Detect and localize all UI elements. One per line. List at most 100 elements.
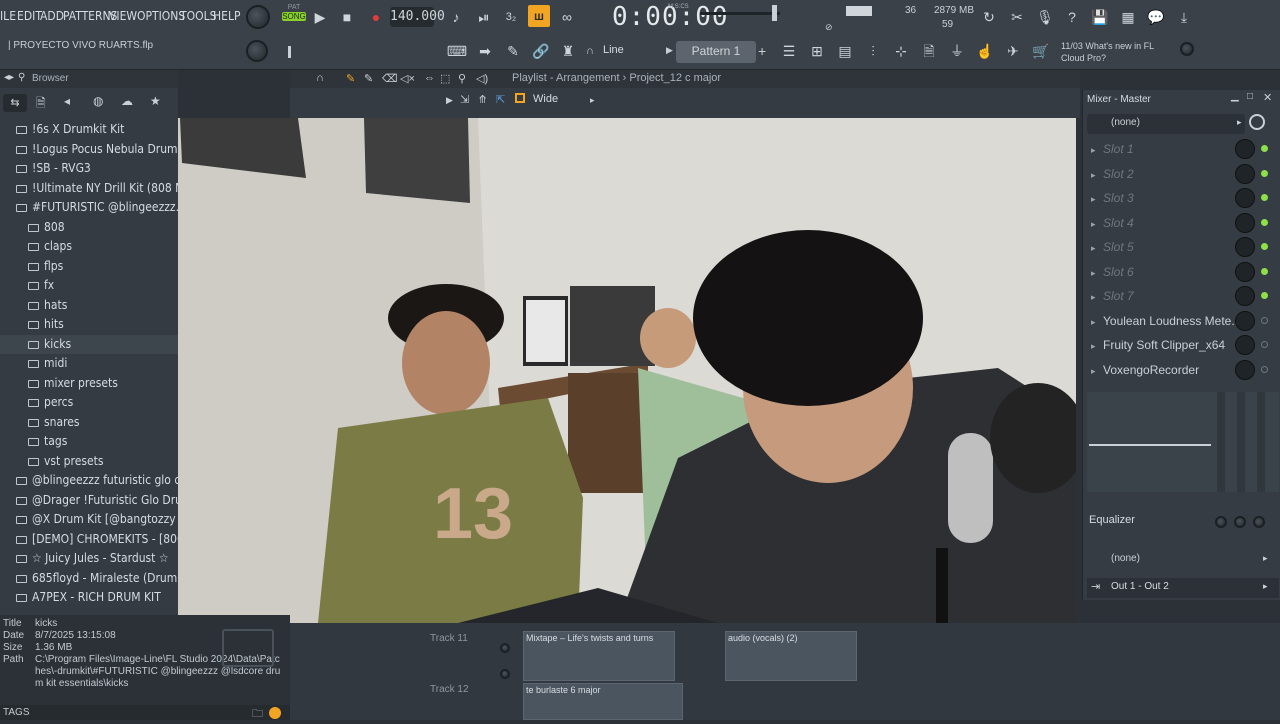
slot-enable-led[interactable] — [1261, 365, 1268, 373]
menu-options[interactable]: OPTIONS — [137, 9, 185, 23]
save-icon[interactable]: 💾 — [1089, 6, 1111, 28]
pat-song-toggle[interactable]: PAT SONG — [282, 4, 306, 30]
browser-folder-item[interactable]: snares — [0, 413, 178, 433]
mixer-empty-slot[interactable]: ▸ Slot 1 — [1091, 138, 1268, 161]
eq-mid-knob[interactable] — [1234, 516, 1246, 528]
playlist-select-icon[interactable]: ⬚ — [440, 72, 450, 85]
mixer-input-select[interactable]: (none) ▸ — [1087, 114, 1245, 134]
browser-folder-item[interactable]: @Drager !Futuristic Glo Drum — [0, 491, 178, 511]
browser-folder-item[interactable]: ☆ Juicy Jules - Stardust ☆ — [0, 549, 178, 569]
slot-expand-icon[interactable]: ▸ — [1091, 311, 1103, 333]
slot-enable-led[interactable] — [1261, 169, 1268, 177]
mixer-effect-slot[interactable]: ▸ Fruity Soft Clipper_x64 — [1091, 334, 1268, 356]
browser-cloud-icon[interactable]: ☁ — [121, 94, 133, 108]
playlist-tool-b-icon[interactable]: ⤊ — [478, 93, 487, 106]
browser-folder-item[interactable]: !Logus Pocus Nebula Drum Kit — [0, 140, 178, 160]
browser-folder-item[interactable]: !6s X Drumkit Kit — [0, 120, 178, 140]
plugin-database-icon[interactable]: ▦ — [1117, 6, 1139, 28]
slot-expand-icon[interactable]: ▸ — [1091, 262, 1103, 284]
slot-expand-icon[interactable]: ▸ — [1091, 237, 1103, 259]
mixer-output-select[interactable]: ⇥ Out 1 - Out 2 ▸ — [1087, 578, 1279, 598]
browser-globe-icon[interactable]: ◍ — [93, 94, 103, 108]
playlist-tool-a-icon[interactable]: ⇲ — [460, 93, 469, 106]
browser-folder-item[interactable]: flps — [0, 257, 178, 277]
menu-edit[interactable]: EDIT — [17, 9, 42, 23]
browser-plugin-icon[interactable]: ◂ — [64, 94, 70, 108]
menu-view[interactable]: VIEW — [109, 9, 137, 23]
eq-low-knob[interactable] — [1215, 516, 1227, 528]
playlist-paint-icon[interactable]: ✎ — [364, 72, 373, 85]
audio-clip[interactable]: te burlaste 6 major — [523, 683, 683, 720]
menu-file[interactable]: ILE — [0, 9, 16, 23]
slot-enable-led[interactable] — [1261, 267, 1268, 275]
slot-mix-knob[interactable] — [1235, 310, 1255, 331]
browser-folder-item[interactable]: percs — [0, 393, 178, 413]
audio-clip[interactable]: Mixtape – Life's twists and turns — [523, 631, 675, 681]
slot-mix-knob[interactable] — [1235, 286, 1255, 306]
playlist-tool-c-icon[interactable]: ⇱ — [496, 93, 505, 106]
slot-expand-icon[interactable]: ▸ — [1091, 164, 1103, 186]
slot-enable-led[interactable] — [1261, 145, 1268, 152]
menu-help[interactable]: HELP — [213, 9, 240, 23]
eq-high-knob[interactable] — [1253, 516, 1265, 528]
wait-input-icon[interactable]: ⏯ — [473, 6, 495, 28]
plug-icon[interactable]: ⏚ — [946, 40, 968, 62]
browser-folder-item[interactable]: !SB - RVG3 — [0, 159, 178, 179]
browser-folder-item[interactable]: midi — [0, 354, 178, 374]
maximize-icon[interactable]: □ — [1247, 91, 1253, 102]
touch-icon[interactable]: ☝ — [974, 40, 996, 62]
help-icon[interactable]: ? — [1061, 6, 1083, 28]
tempo-display[interactable]: 140.000 — [390, 7, 445, 27]
master-volume-knob[interactable] — [246, 5, 270, 29]
playlist-mute-icon[interactable]: ◁× — [400, 72, 415, 85]
slot-expand-icon[interactable]: ▸ — [1091, 188, 1103, 210]
browser-current-project-icon[interactable]: 🗎 — [36, 94, 46, 115]
browser-folder-item[interactable]: vst presets — [0, 452, 178, 472]
browser-favorite-icon[interactable]: ★ — [150, 94, 161, 108]
slot-enable-led[interactable] — [1261, 218, 1268, 226]
step-edit-icon[interactable]: ш — [528, 5, 550, 27]
slot-mix-knob[interactable] — [1235, 163, 1255, 184]
metronome-icon[interactable]: ♪ — [445, 6, 467, 28]
playlist-delete-icon[interactable]: ⌫ — [382, 72, 398, 85]
playlist-icon[interactable]: ☰ — [778, 40, 800, 62]
track-11-label[interactable]: Track 11 — [430, 633, 468, 644]
playlist-playback-icon[interactable]: ◁) — [476, 72, 488, 85]
slot-expand-icon[interactable]: ▸ — [1091, 139, 1103, 161]
typing-keyboard-icon[interactable]: ⌨ — [446, 40, 468, 62]
mixer-empty-slot[interactable]: ▸ Slot 5 — [1091, 236, 1268, 259]
loop-record-icon[interactable]: ∞ — [556, 6, 578, 28]
playlist-draw-icon[interactable]: ✎ — [346, 72, 355, 85]
stamp-icon[interactable]: ♜ — [557, 40, 579, 62]
track-12-mute-icon[interactable] — [500, 669, 510, 679]
slot-expand-icon[interactable]: ▸ — [1091, 213, 1103, 235]
close-icon[interactable]: ✕ — [1263, 91, 1272, 104]
browser-options-icon[interactable]: ◂▸ — [4, 72, 14, 83]
play-button[interactable]: ▶ — [309, 6, 331, 28]
slot-mix-knob[interactable] — [1235, 261, 1255, 282]
download-icon[interactable]: ⤓ — [1173, 6, 1195, 28]
stop-button[interactable]: ■ — [336, 6, 358, 28]
audio-clip[interactable]: audio (vocals) (2) — [725, 631, 857, 681]
slot-enable-led[interactable] — [1261, 194, 1268, 201]
zoom-arrow-icon[interactable]: ▸ — [590, 95, 595, 106]
arrow-right-icon[interactable]: ➡ — [474, 40, 496, 62]
slot-mix-knob[interactable] — [1235, 188, 1255, 208]
slot-expand-icon[interactable]: ▸ — [1091, 286, 1103, 308]
slot-mix-knob[interactable] — [1235, 139, 1255, 159]
browser-folder-item[interactable]: !Ultimate NY Drill Kit (808 Me — [0, 179, 178, 199]
slot-mix-knob[interactable] — [1235, 359, 1255, 380]
mixer-empty-slot[interactable]: ▸ Slot 7 — [1091, 285, 1268, 308]
mixer-empty-slot[interactable]: ▸ Slot 4 — [1091, 212, 1268, 235]
mixer-empty-slot[interactable]: ▸ Slot 6 — [1091, 261, 1268, 284]
playlist-tool-d-icon[interactable] — [515, 93, 525, 103]
volume-fader[interactable] — [1217, 392, 1225, 492]
mixer-effect-slot[interactable]: ▸ Youlean Loudness Mete... — [1091, 310, 1268, 333]
pattern-prev-icon[interactable]: ▶ — [666, 45, 673, 56]
minimize-icon[interactable]: ▁ — [1231, 91, 1239, 102]
plugin-picker-icon[interactable]: ⊹ — [890, 40, 912, 62]
menu-tools[interactable]: TOOLS — [180, 9, 216, 23]
browser-folder-item[interactable]: claps — [0, 237, 178, 257]
slot-enable-led[interactable] — [1261, 341, 1268, 348]
countdown-icon[interactable]: 3₂ — [500, 6, 522, 28]
